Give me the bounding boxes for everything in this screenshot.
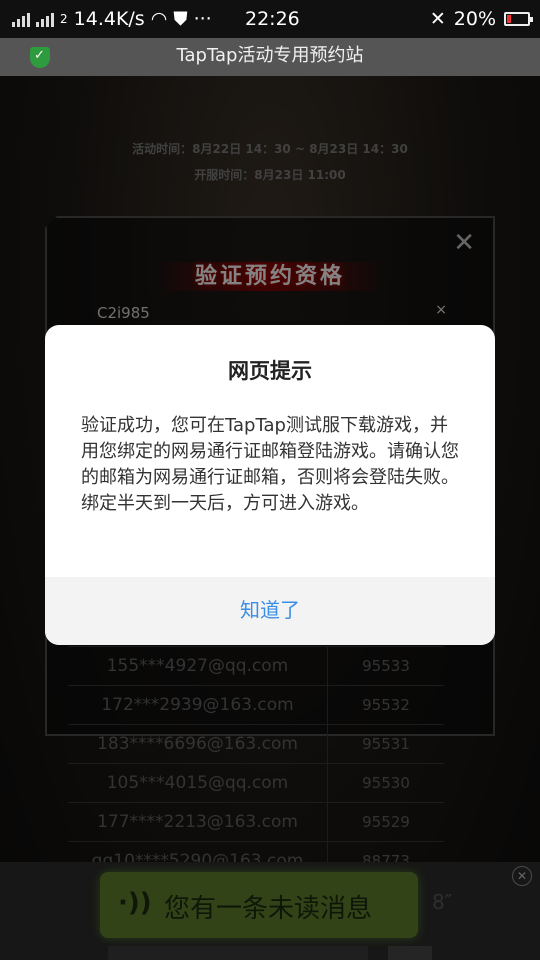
status-bar: 2 14.4K/s ◠ ⛊ ··· 22:26 ✕ 20% [0,0,540,38]
ok-button[interactable]: 知道了 [45,577,495,645]
browser-title-bar: TapTap活动专用预约站 [0,38,540,76]
data-saver-icon: ⛊ [173,8,188,30]
overflow-indicator: ··· [193,8,212,30]
network-speed: 14.4K/s [73,8,145,30]
page-title: TapTap活动专用预约站 [176,45,364,66]
dialog-title: 网页提示 [228,359,312,383]
battery-percent: 20% [453,8,496,30]
dialog-message: 验证成功，您可在TapTap测试服下载游戏，并用您绑定的网易通行证邮箱登陆游戏。… [81,415,459,514]
shield-check-icon[interactable] [30,38,50,74]
status-right: ✕ 20% [429,8,533,30]
mute-icon: ✕ [429,8,446,30]
battery-icon [504,12,533,26]
dialog-footer: 知道了 [45,577,495,645]
signal-icon [12,11,30,27]
status-time: 22:26 [245,8,300,30]
signal-2-icon [36,11,54,27]
web-alert-dialog: 网页提示 验证成功，您可在TapTap测试服下载游戏，并用您绑定的网易通行证邮箱… [45,325,495,645]
wifi-icon: ◠ [150,8,168,30]
status-left: 2 14.4K/s ◠ ⛊ ··· [12,8,212,30]
network-type-label: 2 [60,12,68,26]
